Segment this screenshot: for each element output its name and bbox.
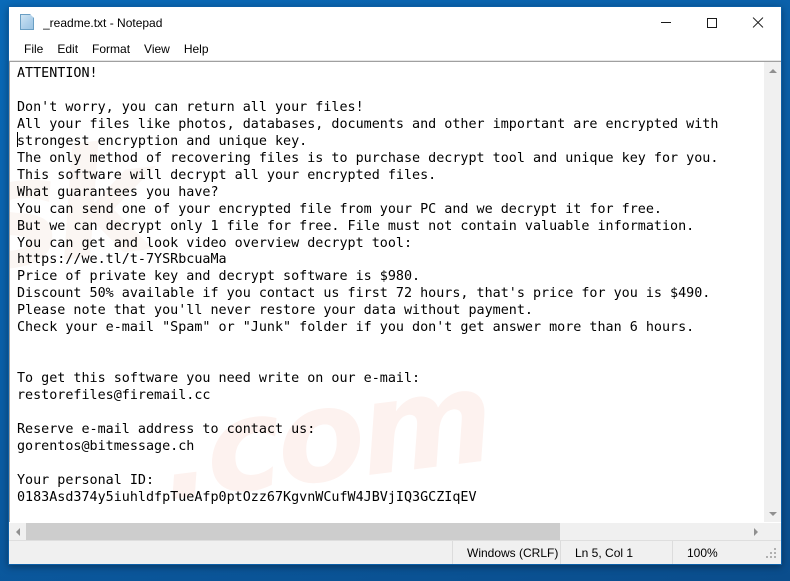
scroll-left-button[interactable]: [9, 523, 26, 540]
minimize-button[interactable]: [643, 7, 689, 38]
resize-grip-icon[interactable]: [764, 546, 778, 560]
menu-bar: File Edit Format View Help: [9, 38, 781, 61]
window-controls: [643, 7, 781, 38]
text-document-icon: [19, 14, 36, 31]
minimize-icon: [661, 22, 671, 23]
status-zoom-level: 100%: [672, 541, 764, 564]
close-button[interactable]: [735, 7, 781, 38]
window-title: _readme.txt - Notepad: [43, 15, 163, 30]
title-bar-left: _readme.txt - Notepad: [9, 14, 643, 31]
editor-area: sk .com ATTENTION! Don't worry, you can …: [9, 61, 781, 540]
text-caret: [17, 132, 18, 147]
chevron-left-icon: [15, 527, 20, 536]
menu-item-edit[interactable]: Edit: [50, 40, 85, 59]
status-encoding: Windows (CRLF): [452, 541, 560, 564]
scrollbar-corner: [764, 523, 781, 540]
vertical-scrollbar[interactable]: [763, 62, 781, 522]
text-editor[interactable]: sk .com ATTENTION! Don't worry, you can …: [9, 62, 763, 522]
status-bar: Windows (CRLF) Ln 5, Col 1 100%: [9, 540, 781, 564]
maximize-button[interactable]: [689, 7, 735, 38]
menu-item-help[interactable]: Help: [177, 40, 216, 59]
editor-row: sk .com ATTENTION! Don't worry, you can …: [9, 62, 781, 522]
maximize-icon: [707, 17, 717, 28]
notepad-window: _readme.txt - Notepad File Edit Format V…: [8, 6, 782, 565]
menu-item-view[interactable]: View: [137, 40, 177, 59]
horizontal-scroll-track[interactable]: [26, 523, 747, 540]
status-cursor-position: Ln 5, Col 1: [560, 541, 672, 564]
scroll-right-button[interactable]: [747, 523, 764, 540]
horizontal-scroll-thumb[interactable]: [26, 523, 560, 540]
title-bar[interactable]: _readme.txt - Notepad: [9, 7, 781, 38]
menu-item-format[interactable]: Format: [85, 40, 137, 59]
scroll-down-button[interactable]: [764, 505, 781, 522]
vertical-scroll-track[interactable]: [764, 79, 781, 505]
menu-item-file[interactable]: File: [17, 40, 50, 59]
ransom-note-text: ATTENTION! Don't worry, you can return a…: [17, 66, 719, 505]
close-icon: [752, 17, 764, 29]
horizontal-scrollbar[interactable]: [9, 522, 781, 540]
scroll-up-button[interactable]: [764, 62, 781, 79]
chevron-up-icon: [768, 68, 777, 73]
chevron-down-icon: [768, 511, 777, 516]
chevron-right-icon: [753, 527, 758, 536]
